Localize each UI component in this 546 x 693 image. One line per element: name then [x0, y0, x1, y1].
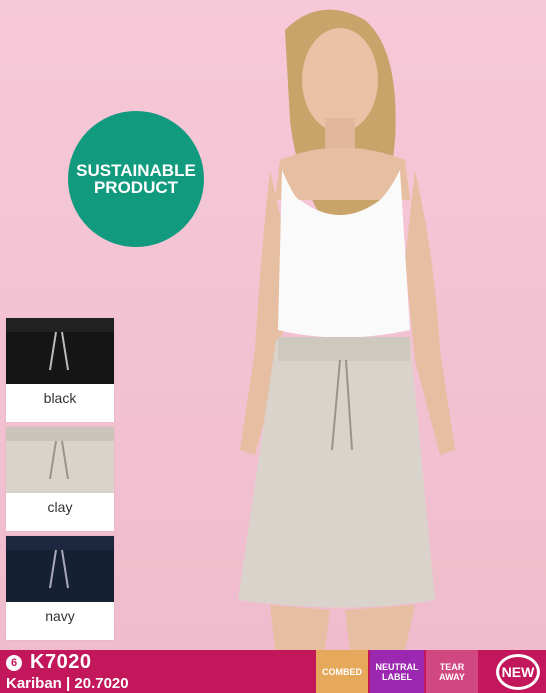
swatch-navy-image — [6, 536, 114, 602]
swatch-black-label: black — [43, 390, 77, 406]
swatch-navy[interactable]: navy — [6, 536, 114, 640]
swatch-navy-label: navy — [45, 608, 75, 624]
sustainable-product-badge: SUSTAINABLE PRODUCT — [68, 111, 204, 247]
skirt-black-icon — [6, 318, 114, 371]
swatch-black[interactable]: black — [6, 318, 114, 422]
skirt-navy-icon — [6, 536, 114, 589]
neutral-label-tag: NEUTRAL LABEL — [370, 650, 424, 693]
tear-away-line-2: AWAY — [439, 671, 465, 682]
combed-label: COMBED — [322, 666, 362, 677]
tear-away-tag: TEAR AWAY — [426, 650, 478, 693]
swatch-clay[interactable]: clay — [6, 427, 114, 531]
product-subtitle: Kariban | 20.7020 — [6, 675, 129, 692]
product-code: K7020 — [30, 651, 92, 673]
swatch-clay-image — [6, 427, 114, 493]
model-illustration — [238, 9, 455, 650]
swatch-clay-label: clay — [47, 499, 73, 515]
new-badge-label: NEW — [501, 664, 535, 680]
neutral-label-line-1: NEUTRAL — [375, 661, 419, 672]
swatch-black-image — [6, 318, 114, 384]
combed-tag: COMBED — [316, 650, 368, 693]
product-number-badge: 6 — [6, 655, 22, 671]
badge-line-1: SUSTAINABLE — [76, 161, 196, 180]
neutral-label-line-2: LABEL — [382, 671, 412, 682]
new-badge: NEW — [496, 654, 540, 690]
badge-line-2: PRODUCT — [93, 178, 179, 197]
skirt-clay-icon — [6, 427, 114, 480]
tear-away-line-1: TEAR — [439, 661, 465, 672]
